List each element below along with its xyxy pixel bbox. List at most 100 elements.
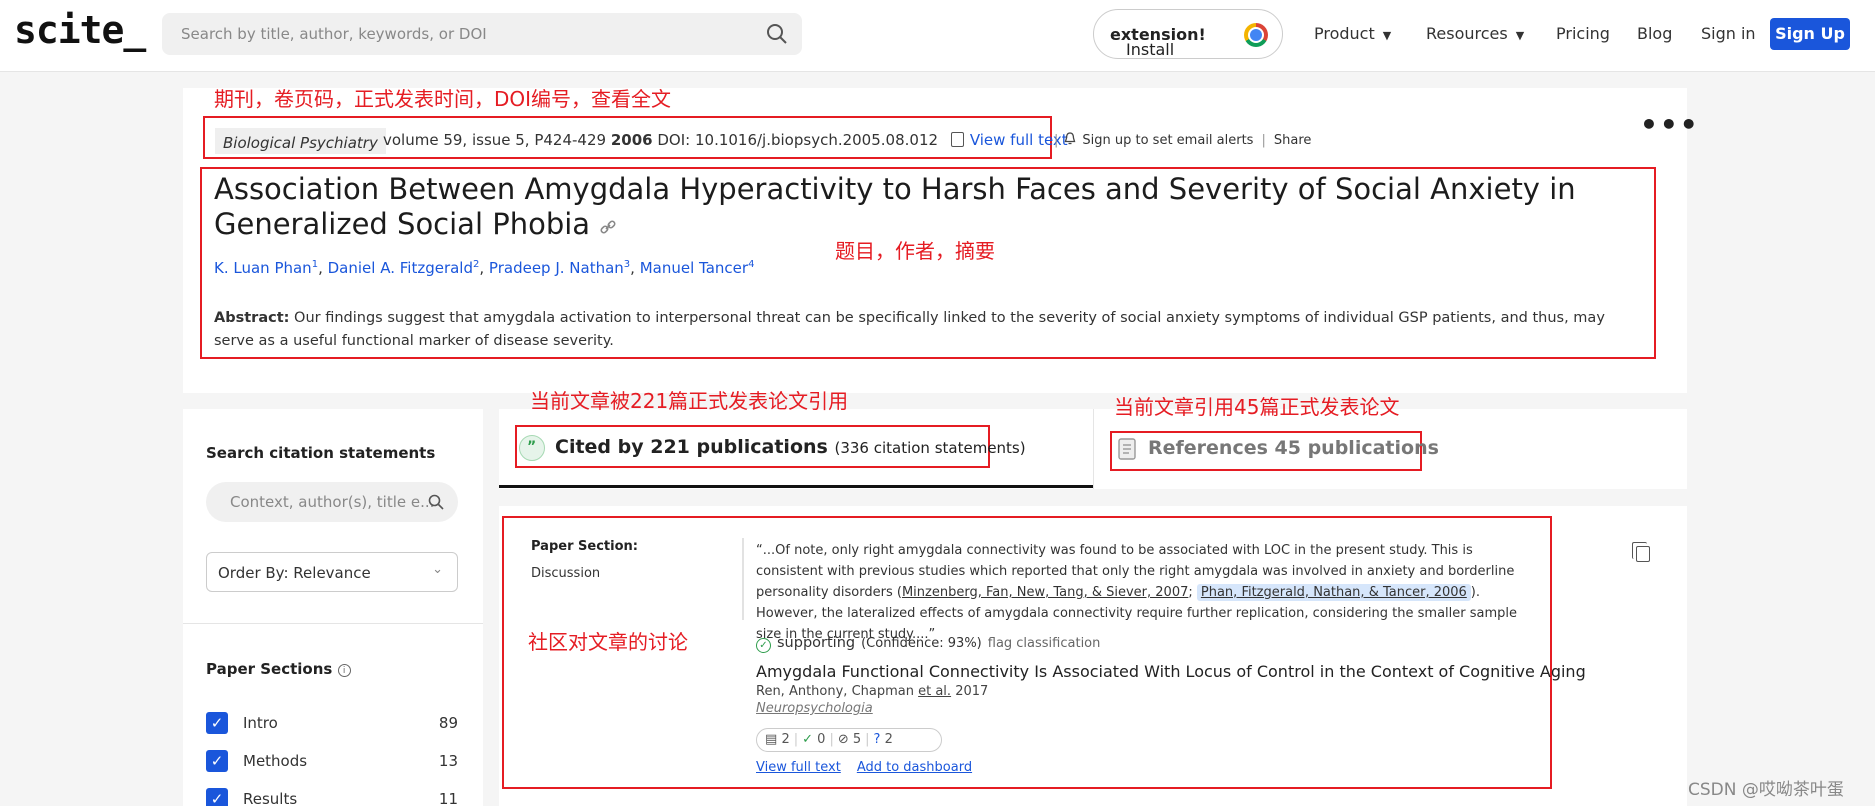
unclassified-count: 2 bbox=[884, 732, 893, 747]
checkbox-methods[interactable]: ✓ bbox=[206, 750, 228, 772]
citing-paper-journal[interactable]: Neuropsychologia bbox=[756, 701, 873, 716]
nav-sign-in[interactable]: Sign in bbox=[1701, 24, 1756, 43]
sign-up-button[interactable]: Sign Up bbox=[1770, 18, 1850, 50]
tab-cited-by[interactable]: Cited by 221 publications (336 citation … bbox=[555, 436, 1026, 458]
chevron-down-icon: ⌄ bbox=[432, 562, 443, 577]
more-options-icon[interactable]: ••• bbox=[1640, 108, 1700, 141]
global-search-input[interactable]: Search by title, author, keywords, or DO… bbox=[162, 13, 802, 55]
view-full-text-link[interactable]: View full text bbox=[970, 131, 1068, 149]
copy-icon[interactable] bbox=[1632, 542, 1650, 562]
annotation-meta: 期刊，卷页码，正式发表时间，DOI编号，查看全文 bbox=[214, 87, 672, 111]
question-icon: ? bbox=[873, 732, 881, 747]
checkbox-results[interactable]: ✓ bbox=[206, 788, 228, 806]
mentioning-count: 2 bbox=[781, 732, 790, 747]
chevron-down-icon: ▼ bbox=[1515, 29, 1525, 42]
install-extension-button[interactable]: Install extension! bbox=[1093, 9, 1283, 59]
active-tab-indicator bbox=[499, 485, 1093, 488]
quote-divider bbox=[742, 538, 744, 620]
order-by-value: Order By: Relevance bbox=[218, 564, 371, 582]
section-label-intro: Intro bbox=[243, 714, 278, 732]
nav-resources[interactable]: Resources ▼ bbox=[1426, 24, 1524, 43]
contrasting-count: 5 bbox=[852, 732, 862, 747]
doi: DOI: 10.1016/j.biopsych.2005.08.012 bbox=[657, 131, 939, 149]
abstract-text: Our findings suggest that amygdala activ… bbox=[214, 310, 1605, 349]
tab-references[interactable]: References 45 publications bbox=[1148, 437, 1439, 459]
citation-badges[interactable]: ▤ 2 | ✓ 0 | ⊘ 5 |? 2 bbox=[756, 728, 942, 752]
paper-sections-title: Paper Sections i bbox=[206, 660, 351, 678]
alerts-share-row: | Sign up to set email alerts | Share bbox=[1054, 132, 1312, 148]
author-link[interactable]: K. Luan Phan1 bbox=[214, 259, 318, 277]
info-icon[interactable]: i bbox=[337, 664, 351, 677]
sidebar-divider bbox=[183, 623, 483, 624]
add-to-dashboard-link[interactable]: Add to dashboard bbox=[857, 760, 972, 775]
nav-product-label: Product bbox=[1314, 24, 1375, 43]
search-icon[interactable] bbox=[428, 494, 444, 510]
install-prefix: Install bbox=[1126, 40, 1175, 59]
annotation-cited: 当前文章被221篇正式发表论文引用 bbox=[530, 389, 849, 413]
author-link[interactable]: Daniel A. Fitzgerald2 bbox=[328, 259, 480, 277]
citation-statements-count: (336 citation statements) bbox=[834, 439, 1026, 457]
section-count-results: 11 bbox=[438, 790, 458, 806]
citation-links: View full text Add to dashboard bbox=[756, 760, 972, 775]
paper-section-label: Paper Section: bbox=[531, 539, 638, 554]
reference-link[interactable]: Minzenberg, Fan, New, Tang, & Siever, 20… bbox=[902, 585, 1188, 600]
et-al-link[interactable]: et al. bbox=[918, 684, 951, 699]
nav-blog[interactable]: Blog bbox=[1637, 24, 1672, 43]
document-icon bbox=[1118, 438, 1136, 460]
paper-meta: volume 59, issue 5, P424-429 2006 DOI: 1… bbox=[383, 131, 1068, 149]
section-label-results: Results bbox=[243, 790, 298, 806]
contrasting-icon: ⊘ bbox=[837, 732, 849, 747]
author-link[interactable]: Pradeep J. Nathan3 bbox=[489, 259, 630, 277]
journal-badge[interactable]: Biological Psychiatry bbox=[215, 128, 386, 154]
nav-pricing[interactable]: Pricing bbox=[1556, 24, 1610, 43]
email-alerts-link[interactable]: Sign up to set email alerts bbox=[1082, 133, 1253, 148]
checkbox-intro[interactable]: ✓ bbox=[206, 712, 228, 734]
watermark: CSDN @哎呦茶叶蛋 bbox=[1688, 780, 1844, 800]
tab-divider bbox=[1093, 409, 1094, 489]
chrome-icon bbox=[1244, 23, 1268, 47]
share-link[interactable]: Share bbox=[1274, 133, 1312, 148]
nav-product[interactable]: Product ▼ bbox=[1314, 24, 1391, 43]
mentioning-icon: ▤ bbox=[765, 732, 778, 747]
quote-text: ; bbox=[1188, 585, 1197, 600]
annotation-title: 题目，作者，摘要 bbox=[835, 239, 995, 263]
citing-paper-title[interactable]: Amygdala Functional Connectivity Is Asso… bbox=[756, 662, 1586, 681]
search-citation-title: Search citation statements bbox=[206, 444, 436, 462]
annotation-references: 当前文章引用45篇正式发表论文 bbox=[1114, 395, 1400, 419]
citation-sidebar bbox=[183, 409, 483, 806]
supporting-row: ✓ supporting (Confidence: 93%) flag classif… bbox=[756, 635, 1100, 653]
scite-logo[interactable]: scite_ bbox=[14, 8, 146, 52]
volume-info: volume 59, issue 5, P424-429 bbox=[383, 131, 607, 149]
paper-title: Association Between Amygdala Hyperactivi… bbox=[214, 172, 1644, 242]
citation-search-input[interactable]: Context, author(s), title e... bbox=[206, 482, 458, 522]
abstract-label: Abstract: bbox=[214, 310, 290, 326]
citation-search-placeholder: Context, author(s), title e... bbox=[230, 493, 435, 511]
paper-title-text: Association Between Amygdala Hyperactivi… bbox=[214, 172, 1576, 241]
top-navbar: scite_ Search by title, author, keywords… bbox=[0, 0, 1875, 72]
check-circle-icon: ✓ bbox=[756, 638, 771, 653]
supporting-count: 0 bbox=[817, 732, 826, 747]
bell-icon bbox=[1065, 132, 1076, 145]
search-icon[interactable] bbox=[766, 23, 788, 45]
confidence-value: (Confidence: 93%) bbox=[861, 636, 982, 651]
highlighted-reference[interactable]: Phan, Fitzgerald, Nathan, & Tancer, 2006 bbox=[1196, 584, 1471, 601]
flag-classification-link[interactable]: flag classification bbox=[988, 636, 1101, 651]
paper-section-value: Discussion bbox=[531, 566, 601, 581]
citing-paper-year: 2017 bbox=[955, 684, 989, 699]
section-count-intro: 89 bbox=[438, 714, 458, 732]
abstract: Abstract: Our findings suggest that amyg… bbox=[214, 307, 1644, 353]
link-icon[interactable] bbox=[599, 218, 617, 236]
stance-label: supporting bbox=[777, 635, 856, 651]
author-link[interactable]: Manuel Tancer4 bbox=[640, 259, 755, 277]
view-full-text-link[interactable]: View full text bbox=[756, 760, 841, 775]
section-label-methods: Methods bbox=[243, 752, 308, 770]
chevron-down-icon: ▼ bbox=[1382, 29, 1392, 42]
copy-doi-icon[interactable] bbox=[950, 132, 964, 147]
order-by-select[interactable]: Order By: Relevance ⌄ bbox=[206, 552, 458, 592]
section-count-methods: 13 bbox=[438, 752, 458, 770]
cited-by-label: Cited by 221 publications bbox=[555, 436, 828, 458]
search-placeholder: Search by title, author, keywords, or DO… bbox=[181, 25, 487, 43]
author-list: K. Luan Phan1, Daniel A. Fitzgerald2, Pr… bbox=[214, 259, 755, 277]
supporting-icon: ✓ bbox=[802, 732, 814, 747]
publication-year: 2006 bbox=[610, 131, 653, 149]
